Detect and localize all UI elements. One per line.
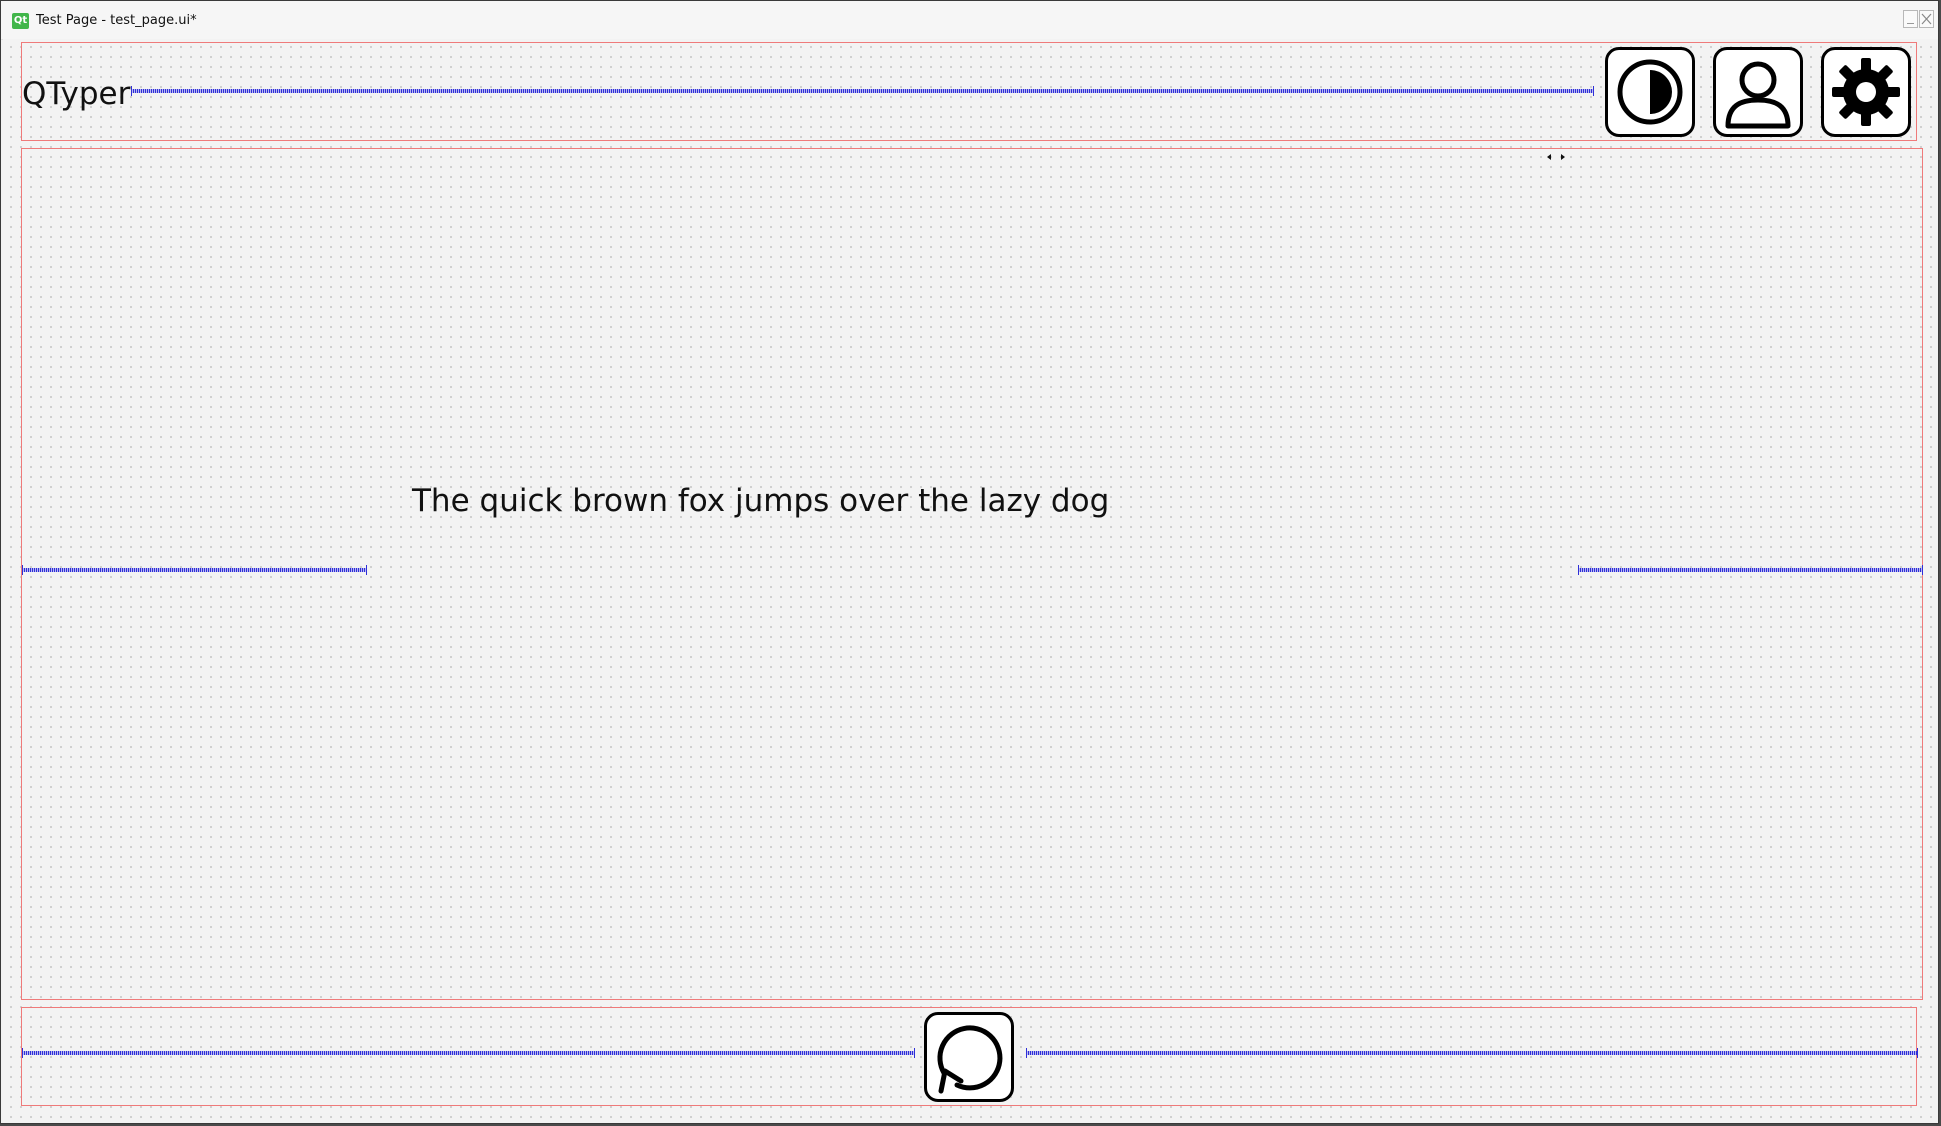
minimize-button[interactable] — [1903, 10, 1918, 28]
gear-icon — [1832, 58, 1900, 126]
qt-logo-icon: Qt — [12, 13, 29, 29]
contrast-icon — [1617, 59, 1683, 125]
sample-text-label: The quick brown fox jumps over the lazy … — [412, 483, 1110, 519]
profile-button[interactable] — [1713, 47, 1803, 137]
settings-button[interactable] — [1821, 47, 1911, 137]
close-button[interactable] — [1919, 10, 1934, 28]
user-icon — [1725, 61, 1791, 129]
close-icon — [1921, 13, 1932, 25]
theme-toggle-button[interactable] — [1605, 47, 1695, 137]
designer-window: Qt Test Page - test_page.ui* QTyper The … — [0, 0, 1939, 1124]
restart-button[interactable] — [924, 1012, 1014, 1102]
restart-icon — [937, 1025, 1003, 1094]
header-spacer[interactable] — [131, 86, 1594, 96]
left-spacer[interactable] — [22, 565, 367, 575]
title-bar: Qt Test Page - test_page.ui* — [1, 1, 1938, 40]
window-title: Test Page - test_page.ui* — [36, 13, 197, 28]
footer-right-spacer[interactable] — [1026, 1048, 1918, 1058]
app-title-label: QTyper — [22, 76, 131, 112]
form-canvas[interactable]: QTyper The quick brown fox jumps over th… — [3, 39, 1938, 1123]
right-spacer[interactable] — [1578, 565, 1923, 575]
splitter-handle-icon[interactable] — [1545, 151, 1567, 163]
footer-left-spacer[interactable] — [22, 1048, 915, 1058]
